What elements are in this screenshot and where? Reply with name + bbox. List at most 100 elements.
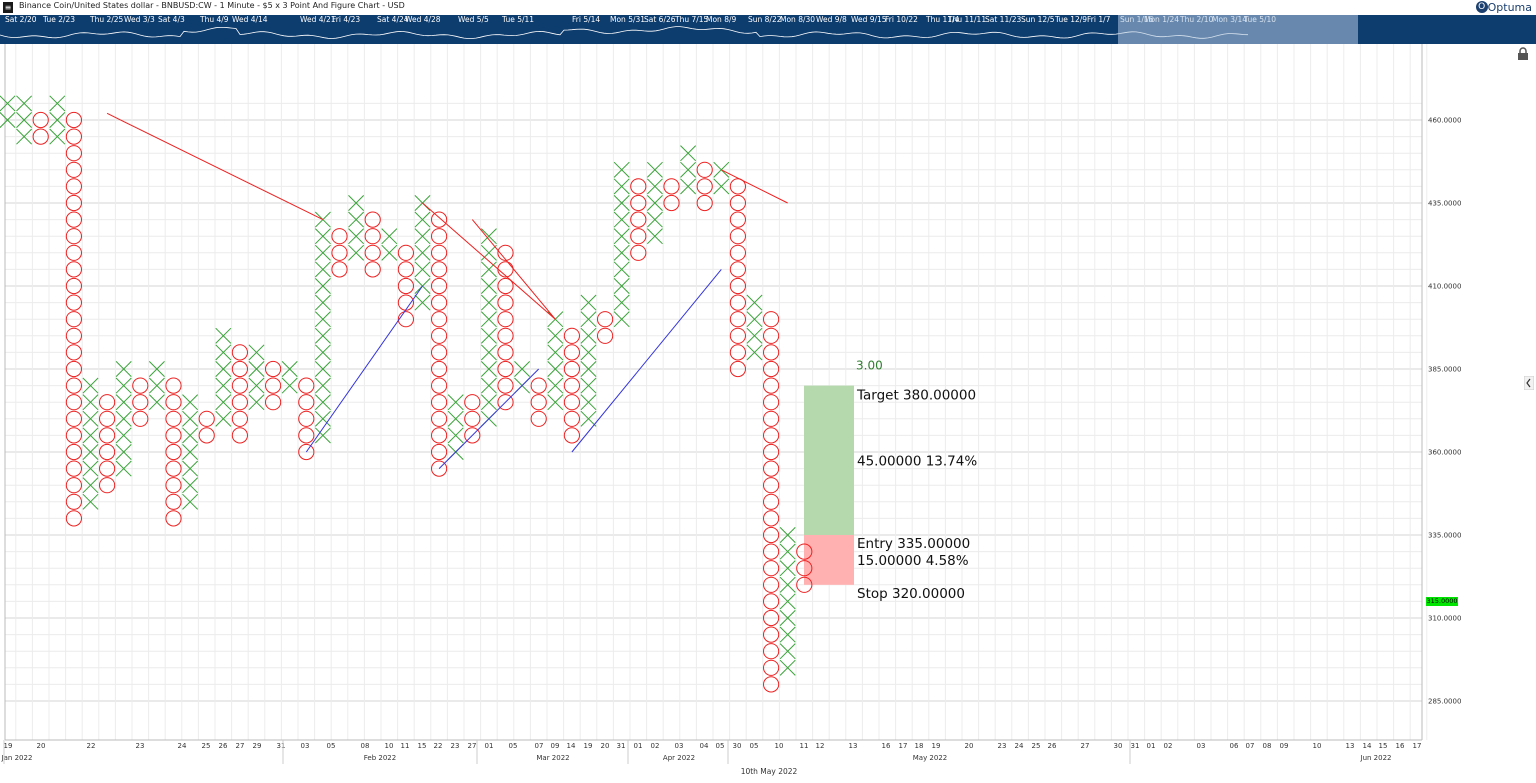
navigator-label: Mon 8/9: [706, 15, 737, 24]
x-day-label: 13: [849, 742, 858, 750]
x-month-label: Jan 2022: [1, 754, 33, 762]
x-day-label: 05: [509, 742, 518, 750]
x-day-label: 05: [327, 742, 336, 750]
x-day-label: 17: [899, 742, 908, 750]
x-day-label: 16: [1396, 742, 1405, 750]
x-day-label: 13: [1346, 742, 1355, 750]
x-month-label: Feb 2022: [364, 754, 396, 762]
x-day-label: 23: [136, 742, 145, 750]
x-day-label: 15: [1379, 742, 1388, 750]
x-day-label: 09: [551, 742, 560, 750]
x-day-label: 23: [998, 742, 1007, 750]
x-day-label: 11: [800, 742, 809, 750]
logo-text: Optuma: [1487, 1, 1532, 14]
x-day-label: 20: [965, 742, 974, 750]
navigator-label: Fri 4/23: [332, 15, 361, 24]
x-day-label: 16: [882, 742, 891, 750]
x-day-label: 25: [202, 742, 211, 750]
navigator-label: Thu 11/11: [948, 15, 987, 24]
x-day-label: 20: [37, 742, 46, 750]
x-day-label: 17: [1413, 742, 1422, 750]
entry-label: Entry 335.00000: [857, 536, 970, 552]
navigator-label: Wed 5/5: [458, 15, 489, 24]
x-day-label: 10: [775, 742, 784, 750]
x-day-label: 15: [418, 742, 427, 750]
reward-label: 45.00000 13.74%: [857, 453, 977, 469]
chart-title: Binance Coin/United States dollar - BNBU…: [19, 1, 405, 10]
x-day-label: 09: [1280, 742, 1289, 750]
x-day-label: 19: [4, 742, 13, 750]
x-day-label: 22: [434, 742, 443, 750]
x-day-label: 27: [236, 742, 245, 750]
navigator-label: Wed 4/21: [300, 15, 336, 24]
date-navigator[interactable]: Sat 2/20 Tue 2/23 Thu 2/25 Wed 3/3 Sat 4/3 Th…: [0, 15, 1536, 44]
risk-label: 15.00000 4.58%: [857, 553, 969, 569]
x-day-label: 24: [1015, 742, 1024, 750]
x-day-label: 24: [178, 742, 187, 750]
menu-icon[interactable]: ≡: [3, 2, 13, 13]
stop-label: Stop 320.00000: [857, 586, 965, 602]
x-day-label: 30: [733, 742, 742, 750]
stop-zone: [804, 535, 854, 585]
navigator-label: Wed 9/15: [851, 15, 887, 24]
x-day-label: 26: [1048, 742, 1057, 750]
navigator-label: Tue 12/9: [1055, 15, 1088, 24]
navigator-label: Mon 8/30: [780, 15, 816, 24]
x-axis-caption: 10th May 2022: [741, 767, 798, 776]
title-bar: ≡ Binance Coin/United States dollar - BN…: [0, 0, 1536, 15]
x-month-label: Mar 2022: [536, 754, 569, 762]
navigator-label: Tue 2/23: [43, 15, 76, 24]
x-day-label: 04: [700, 742, 709, 750]
x-day-label: 11: [401, 742, 410, 750]
navigator-label: Sun 12/5: [1021, 15, 1055, 24]
x-day-label: 01: [1147, 742, 1156, 750]
x-day-label: 01: [634, 742, 643, 750]
y-tick-label: 385.0000: [1428, 366, 1461, 374]
y-tick-label: 435.0000: [1428, 200, 1461, 208]
x-day-label: 25: [1032, 742, 1041, 750]
y-tick-label: 360.0000: [1428, 449, 1461, 457]
last-price-badge: 315.0000: [1426, 597, 1458, 606]
x-day-label: 08: [361, 742, 370, 750]
x-day-label: 01: [485, 742, 494, 750]
x-day-label: 31: [617, 742, 626, 750]
x-day-label: 06: [1230, 742, 1239, 750]
navigator-label: Thu 2/25: [90, 15, 124, 24]
x-day-label: 05: [716, 742, 725, 750]
y-tick-label: 335.0000: [1428, 532, 1461, 540]
x-day-label: 10: [385, 742, 394, 750]
risk-reward-ratio: 3.00: [856, 359, 883, 373]
navigator-label: Wed 4/28: [405, 15, 441, 24]
target-zone: [804, 385, 854, 535]
x-day-label: 18: [915, 742, 924, 750]
navigator-label: Tue 5/11: [502, 15, 535, 24]
navigator-window[interactable]: [1118, 15, 1358, 44]
x-month-label: May 2022: [913, 754, 948, 762]
y-tick-label: 460.0000: [1428, 117, 1461, 125]
navigator-label: Sat 6/26: [644, 15, 676, 24]
navigator-label: Fri 5/14: [572, 15, 601, 24]
x-day-label: 19: [932, 742, 941, 750]
down-trend-line: [422, 202, 556, 320]
x-month-label: Jun 2022: [1360, 754, 1392, 762]
y-tick-label: 410.0000: [1428, 283, 1461, 291]
point-and-figure-chart[interactable]: 460.0000 435.0000 410.0000 385.0000 360.0000…: [0, 44, 1536, 783]
navigator-label: Mon 5/31: [610, 15, 646, 24]
x-day-label: 03: [675, 742, 684, 750]
x-day-label: 30: [1114, 742, 1123, 750]
navigator-label: Sat 2/20: [5, 15, 37, 24]
navigator-label: Sat 4/24: [377, 15, 409, 24]
x-day-label: 10: [1313, 742, 1322, 750]
x-day-label: 19: [584, 742, 593, 750]
navigator-label: Wed 9/8: [816, 15, 847, 24]
navigator-label: Sat 4/3: [158, 15, 185, 24]
x-day-label: 27: [468, 742, 477, 750]
x-day-label: 27: [1081, 742, 1090, 750]
y-tick-label: 310.0000: [1428, 615, 1461, 623]
x-day-label: 14: [567, 742, 576, 750]
x-day-label: 14: [1363, 742, 1372, 750]
navigator-label: Wed 3/3: [124, 15, 155, 24]
x-day-label: 07: [535, 742, 544, 750]
x-day-label: 12: [816, 742, 825, 750]
x-day-label: 07: [1246, 742, 1255, 750]
